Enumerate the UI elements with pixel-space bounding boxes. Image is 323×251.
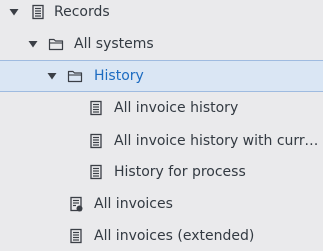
document-list-icon [90, 164, 102, 180]
tree-node-label: All invoices [94, 196, 173, 212]
tree-node-all-invoices[interactable]: All invoices [0, 189, 323, 219]
tree-node-label: Records [54, 4, 110, 20]
tree-node-label: All systems [74, 36, 154, 52]
records-tree: Records All systems History All invoice … [0, 0, 323, 250]
tree-node-history[interactable]: History [0, 60, 323, 92]
tree-node-all-systems[interactable]: All systems [0, 29, 323, 59]
tree-node-records[interactable]: Records [0, 0, 323, 27]
tree-node-all-invoice-history-with-currency[interactable]: All invoice history with curre... [0, 126, 323, 156]
tree-node-history-for-process[interactable]: History for process [0, 157, 323, 187]
tree-node-label: History [94, 68, 144, 84]
document-list-icon [32, 4, 44, 20]
triangle-down-icon[interactable] [27, 38, 39, 50]
document-gear-icon [70, 196, 83, 212]
folder-icon [67, 70, 83, 83]
document-list-icon [90, 133, 102, 149]
triangle-down-icon[interactable] [8, 6, 20, 18]
tree-node-label: All invoices (extended) [94, 228, 255, 244]
folder-icon [48, 38, 64, 51]
triangle-down-icon[interactable] [46, 70, 58, 82]
tree-node-label: History for process [114, 164, 246, 180]
tree-node-all-invoices-extended[interactable]: All invoices (extended) [0, 221, 323, 251]
tree-node-all-invoice-history[interactable]: All invoice history [0, 93, 323, 123]
tree-node-label: All invoice history with curre... [114, 133, 319, 149]
tree-node-label: All invoice history [114, 100, 239, 116]
document-list-icon [70, 228, 82, 244]
document-list-icon [90, 100, 102, 116]
